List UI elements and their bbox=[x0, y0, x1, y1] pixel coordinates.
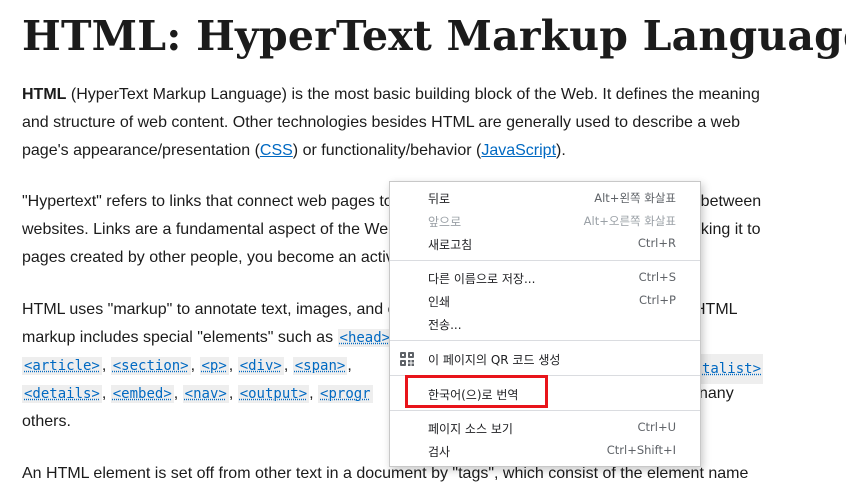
menu-item-cast[interactable]: 전송... bbox=[390, 313, 700, 335]
menu-item-qr-code[interactable]: 이 페이지의 QR 코드 생성 bbox=[390, 348, 700, 370]
tag-output[interactable]: <output> bbox=[237, 385, 310, 403]
page-title: HTML: HyperText Markup Language bbox=[22, 12, 846, 60]
intro-paragraph: HTML (HyperText Markup Language) is the … bbox=[22, 86, 760, 159]
menu-item-reload[interactable]: 새로고침 Ctrl+R bbox=[390, 233, 700, 255]
menu-item-forward[interactable]: 앞으로 Alt+오른쪽 화살표 bbox=[390, 210, 700, 232]
tag-details[interactable]: <details> bbox=[22, 385, 102, 403]
menu-item-view-source[interactable]: 페이지 소스 보기 Ctrl+U bbox=[390, 417, 700, 439]
menu-separator bbox=[390, 340, 700, 341]
tag-p[interactable]: <p> bbox=[199, 357, 229, 375]
tag-span[interactable]: <span> bbox=[292, 357, 348, 375]
menu-separator bbox=[390, 410, 700, 411]
tag-section[interactable]: <section> bbox=[110, 357, 191, 375]
menu-item-back[interactable]: 뒤로 Alt+왼쪽 화살표 bbox=[390, 187, 700, 209]
tag-embed[interactable]: <embed> bbox=[110, 385, 174, 403]
html-term: HTML bbox=[22, 86, 67, 103]
menu-item-print[interactable]: 인쇄 Ctrl+P bbox=[390, 290, 700, 312]
context-menu: 뒤로 Alt+왼쪽 화살표 앞으로 Alt+오른쪽 화살표 새로고침 Ctrl+… bbox=[389, 181, 701, 467]
tag-article[interactable]: <article> bbox=[22, 357, 102, 375]
qr-code-icon bbox=[400, 352, 414, 366]
menu-separator bbox=[390, 260, 700, 261]
tag-div[interactable]: <div> bbox=[237, 357, 284, 375]
tag-head[interactable]: <head> bbox=[337, 329, 393, 347]
translate-highlight-box bbox=[405, 375, 548, 408]
css-link[interactable]: CSS bbox=[260, 142, 293, 159]
tag-nav[interactable]: <nav> bbox=[182, 385, 229, 403]
menu-item-inspect[interactable]: 검사 Ctrl+Shift+I bbox=[390, 440, 700, 462]
javascript-link[interactable]: JavaScript bbox=[481, 142, 556, 159]
tag-progress[interactable]: <progr bbox=[318, 385, 373, 403]
menu-item-save-as[interactable]: 다른 이름으로 저장... Ctrl+S bbox=[390, 267, 700, 289]
